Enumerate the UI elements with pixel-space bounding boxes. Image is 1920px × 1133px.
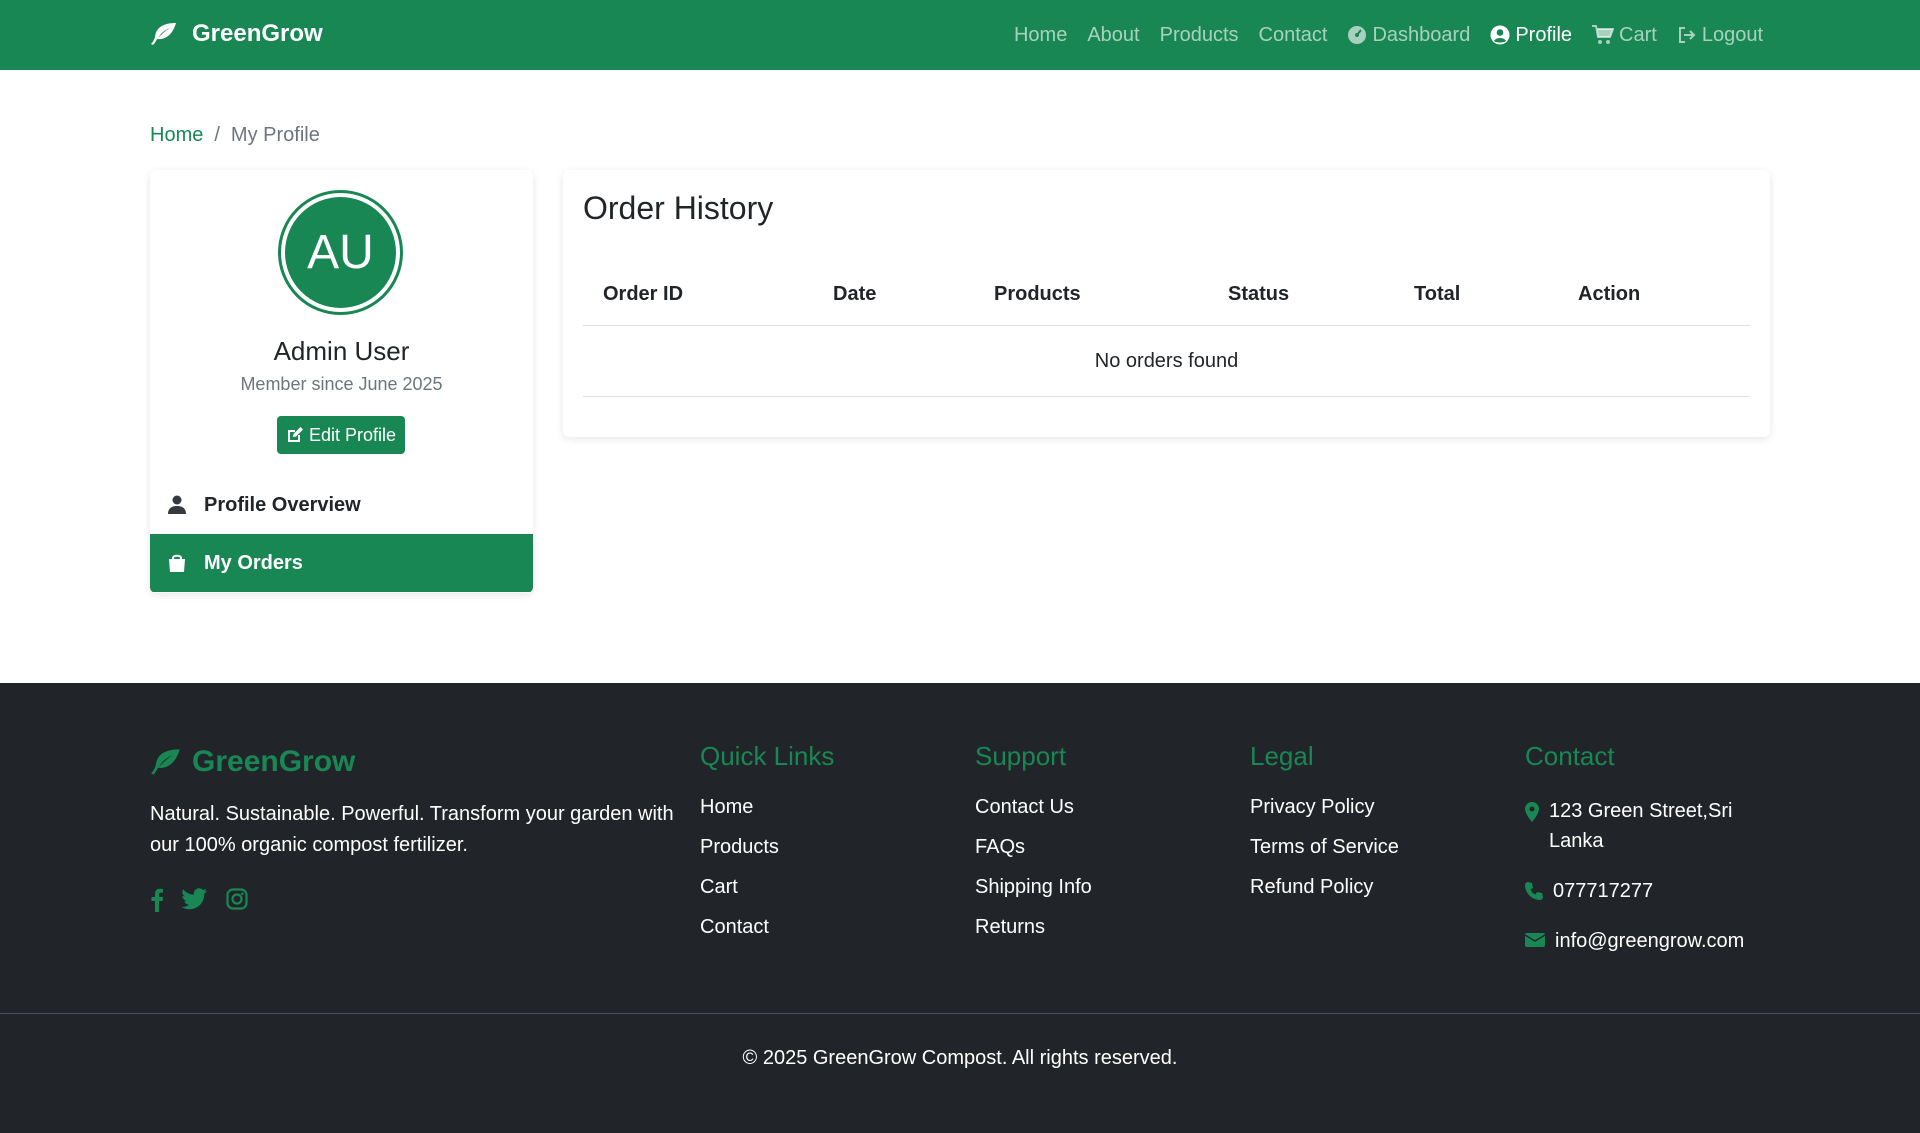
instagram-icon[interactable] — [226, 888, 248, 912]
leaf-icon — [151, 23, 176, 45]
nav-about[interactable]: About — [1087, 24, 1139, 47]
breadcrumb-home[interactable]: Home — [150, 124, 203, 147]
footer-divider — [0, 1013, 1920, 1014]
footer-link-products[interactable]: Products — [700, 836, 834, 863]
support-heading: Support — [975, 741, 1067, 771]
contact-email-text[interactable]: info@greengrow.com — [1555, 926, 1744, 956]
footer-legal: Legal Privacy Policy Terms of Service Re… — [1250, 741, 1399, 916]
footer-contact: Contact 123 Green Street,Sri Lanka 07771… — [1525, 741, 1775, 956]
breadcrumb-separator: / — [214, 124, 220, 146]
table-header-row: Order ID Date Products Status Total Acti… — [583, 263, 1750, 326]
nav-cart-label: Cart — [1619, 23, 1657, 46]
footer-tagline: Natural. Sustainable. Powerful. Transfor… — [150, 803, 674, 856]
column-header-action: Action — [1578, 283, 1641, 305]
legal-heading: Legal — [1250, 741, 1314, 771]
empty-orders-row: No orders found — [583, 326, 1750, 397]
column-header-total: Total — [1414, 283, 1461, 305]
footer-link-refund-policy[interactable]: Refund Policy — [1250, 876, 1399, 903]
sidebar-item-my-orders[interactable]: My Orders — [150, 534, 533, 592]
member-since: Member since June 2025 — [240, 374, 443, 394]
nav-products[interactable]: Products — [1160, 24, 1239, 47]
footer-link-terms-of-service[interactable]: Terms of Service — [1250, 836, 1399, 863]
profile-sidebar-card: AU Admin User Member since June 2025 Edi… — [150, 170, 533, 593]
nav-profile-label: Profile — [1515, 23, 1573, 46]
cart-icon — [1592, 25, 1615, 44]
nav-links: Home About Products Contact Dashboard Pr… — [994, 0, 1763, 70]
footer-brand-name: GreenGrow — [192, 745, 356, 778]
order-history-title: Order History — [583, 190, 774, 226]
user-name: Admin User — [273, 336, 410, 366]
nav-contact[interactable]: Contact — [1259, 24, 1328, 47]
nav-profile[interactable]: Profile — [1490, 24, 1572, 47]
nav-cart[interactable]: Cart — [1592, 24, 1657, 47]
breadcrumb: Home / My Profile — [150, 124, 320, 147]
user-circle-icon — [1490, 25, 1510, 45]
edit-icon — [287, 427, 303, 442]
footer-support: Support Contact Us FAQs Shipping Info Re… — [975, 741, 1092, 956]
breadcrumb-current: My Profile — [230, 124, 320, 146]
footer-brand: GreenGrow — [150, 745, 355, 779]
footer-link-privacy-policy[interactable]: Privacy Policy — [1250, 796, 1399, 823]
footer-link-returns[interactable]: Returns — [975, 916, 1092, 943]
avatar-initials: AU — [285, 197, 396, 308]
nav-logout-label: Logout — [1701, 23, 1763, 46]
shopping-bag-icon — [169, 554, 185, 572]
top-navbar: GreenGrow Home About Products Contact Da… — [0, 0, 1920, 70]
contact-address: 123 Green Street,Sri Lanka — [1525, 796, 1775, 856]
footer-link-faqs[interactable]: FAQs — [975, 836, 1092, 863]
footer-quick-links: Quick Links Home Products Cart Contact — [700, 741, 834, 956]
brand-name: GreenGrow — [192, 20, 323, 47]
edit-profile-label: Edit Profile — [308, 424, 397, 445]
phone-icon — [1525, 882, 1543, 900]
edit-profile-button[interactable]: Edit Profile — [277, 416, 405, 454]
copyright-text: © 2025 GreenGrow Compost. All rights res… — [742, 1047, 1178, 1069]
contact-email: info@greengrow.com — [1525, 926, 1775, 956]
footer-link-cart[interactable]: Cart — [700, 876, 834, 903]
site-footer: GreenGrow Natural. Sustainable. Powerful… — [0, 683, 1920, 1133]
footer-link-contact-us[interactable]: Contact Us — [975, 796, 1092, 823]
footer-link-contact[interactable]: Contact — [700, 916, 834, 943]
nav-dashboard-label: Dashboard — [1372, 23, 1471, 46]
column-header-order-id: Order ID — [603, 283, 684, 305]
contact-address-text: 123 Green Street,Sri Lanka — [1549, 800, 1733, 852]
column-header-date: Date — [833, 283, 877, 305]
brand-logo[interactable]: GreenGrow — [150, 20, 323, 48]
nav-home[interactable]: Home — [1014, 24, 1067, 47]
contact-heading: Contact — [1525, 741, 1615, 771]
sidebar-item-profile-overview[interactable]: Profile Overview — [150, 476, 533, 534]
social-links — [150, 888, 266, 912]
column-header-products: Products — [994, 283, 1081, 305]
contact-phone-text: 077717277 — [1553, 880, 1654, 902]
location-pin-icon — [1525, 802, 1539, 822]
footer-link-shipping-info[interactable]: Shipping Info — [975, 876, 1092, 903]
nav-dashboard[interactable]: Dashboard — [1347, 24, 1470, 47]
twitter-icon[interactable] — [182, 888, 208, 912]
leaf-icon — [151, 749, 180, 775]
user-icon — [168, 495, 186, 514]
avatar: AU — [278, 190, 403, 315]
sidebar-item-label: Profile Overview — [204, 493, 361, 516]
logout-icon — [1678, 27, 1696, 43]
orders-table: Order ID Date Products Status Total Acti… — [583, 263, 1750, 397]
order-history-card: Order History Order ID Date Products Sta… — [563, 170, 1770, 437]
column-header-status: Status — [1228, 283, 1290, 305]
sidebar-item-label: My Orders — [204, 551, 303, 574]
quick-links-heading: Quick Links — [700, 741, 835, 771]
envelope-icon — [1525, 933, 1545, 947]
facebook-icon[interactable] — [150, 888, 164, 912]
contact-phone: 077717277 — [1525, 876, 1775, 906]
dashboard-gauge-icon — [1348, 26, 1367, 44]
nav-logout[interactable]: Logout — [1677, 24, 1763, 47]
footer-link-home[interactable]: Home — [700, 796, 834, 823]
